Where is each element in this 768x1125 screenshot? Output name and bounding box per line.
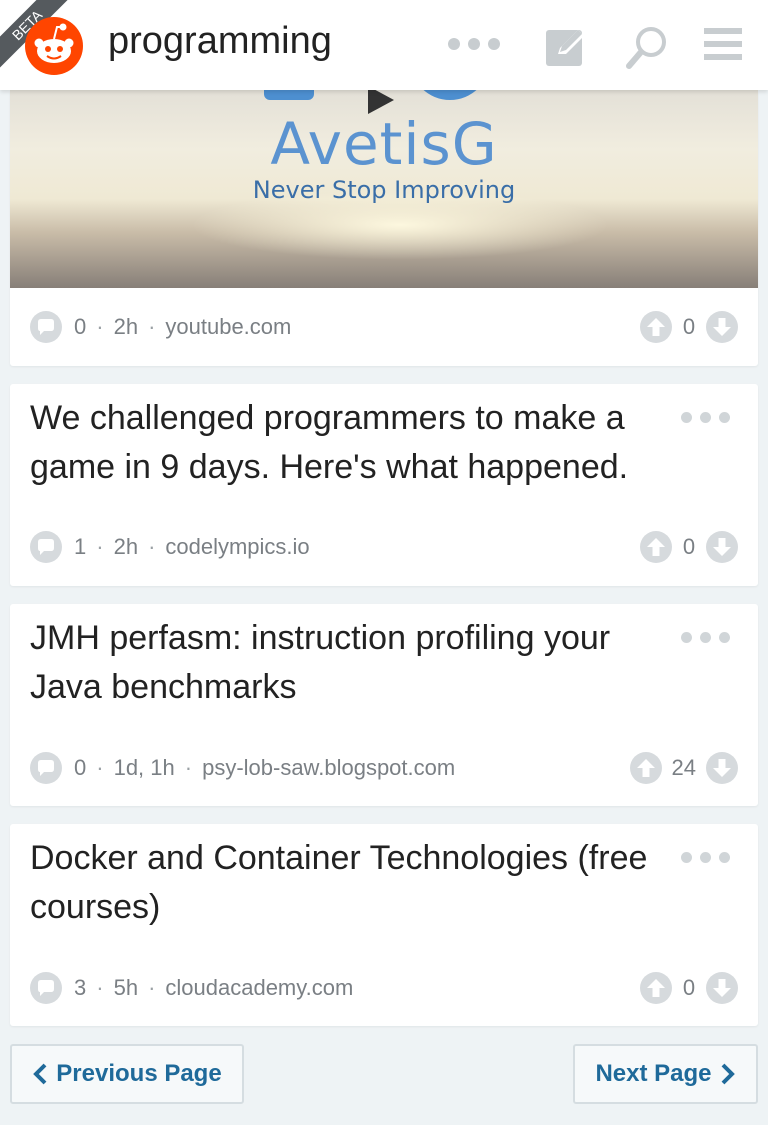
reddit-logo-icon[interactable] [24,16,84,76]
subreddit-title[interactable]: programming [108,20,332,63]
top-bar: BETA programming [0,0,768,90]
menu-icon[interactable] [704,28,742,60]
previous-page-label: Previous Page [56,1060,222,1087]
post-card[interactable]: We challenged programmers to make a game… [10,384,758,586]
compose-icon[interactable] [544,24,588,68]
post-title[interactable]: We challenged programmers to make a game… [30,394,670,492]
upvote-icon[interactable] [640,531,672,563]
post-meta: 3 · 5h · cloudacademy.com [30,972,353,1004]
post-age: 2h [113,314,139,339]
post-meta: 0 · 2h · youtube.com [30,311,291,343]
upvote-icon[interactable] [640,972,672,1004]
post-options-icon[interactable] [681,412,730,423]
thumbnail-brand-name: AvetisG [270,110,498,178]
post-card[interactable]: JMH perfasm: instruction profiling your … [10,604,758,806]
post-options-icon[interactable] [681,632,730,643]
vote-controls: 0 [640,531,738,563]
chevron-right-icon [721,1063,735,1085]
post-domain[interactable]: cloudacademy.com [165,975,353,1001]
downvote-icon[interactable] [706,972,738,1004]
post-meta: 1 · 2h · codelympics.io [30,531,310,563]
post-meta: 0 · 1d, 1h · psy-lob-saw.blogspot.com [30,752,455,784]
downvote-icon[interactable] [706,311,738,343]
upvote-icon[interactable] [640,311,672,343]
post-domain[interactable]: codelympics.io [165,534,309,560]
post-score: 0 [682,534,696,559]
comment-count[interactable]: 0 [74,755,86,781]
post-score: 24 [671,755,696,780]
downvote-icon[interactable] [706,531,738,563]
post-score: 0 [682,314,696,339]
next-page-button[interactable]: Next Page [573,1044,758,1104]
post-domain[interactable]: psy-lob-saw.blogspot.com [202,755,455,781]
post-score: 0 [682,975,696,1000]
post-options-icon[interactable] [681,852,730,863]
comment-icon[interactable] [30,311,62,343]
thumbnail-tagline: Never Stop Improving [252,176,516,204]
chevron-left-icon [33,1063,47,1085]
post-title[interactable]: JMH perfasm: instruction profiling your … [30,614,670,712]
previous-page-button[interactable]: Previous Page [10,1044,244,1104]
search-icon[interactable] [624,24,670,70]
comment-count[interactable]: 3 [74,975,86,1001]
comment-count[interactable]: 1 [74,534,86,560]
vote-controls: 0 [640,311,738,343]
upvote-icon[interactable] [629,752,662,784]
post-title[interactable]: Docker and Container Technologies (free … [30,834,670,932]
vote-controls: 24 [629,752,738,784]
comment-icon[interactable] [30,752,62,784]
downvote-icon[interactable] [706,752,738,784]
video-post-card[interactable]: AvetisG Never Stop Improving 0 · 2h · yo… [10,90,758,366]
post-age: 1d, 1h [113,755,175,780]
post-age: 5h [113,975,139,1000]
video-thumbnail[interactable]: AvetisG Never Stop Improving [10,90,758,288]
vote-controls: 0 [640,972,738,1004]
more-options-icon[interactable] [448,38,500,50]
post-domain[interactable]: youtube.com [165,314,291,340]
post-card[interactable]: Docker and Container Technologies (free … [10,824,758,1026]
next-page-label: Next Page [595,1060,712,1087]
comment-icon[interactable] [30,531,62,563]
post-age: 2h [113,534,139,559]
comment-count[interactable]: 0 [74,314,86,340]
comment-icon[interactable] [30,972,62,1004]
